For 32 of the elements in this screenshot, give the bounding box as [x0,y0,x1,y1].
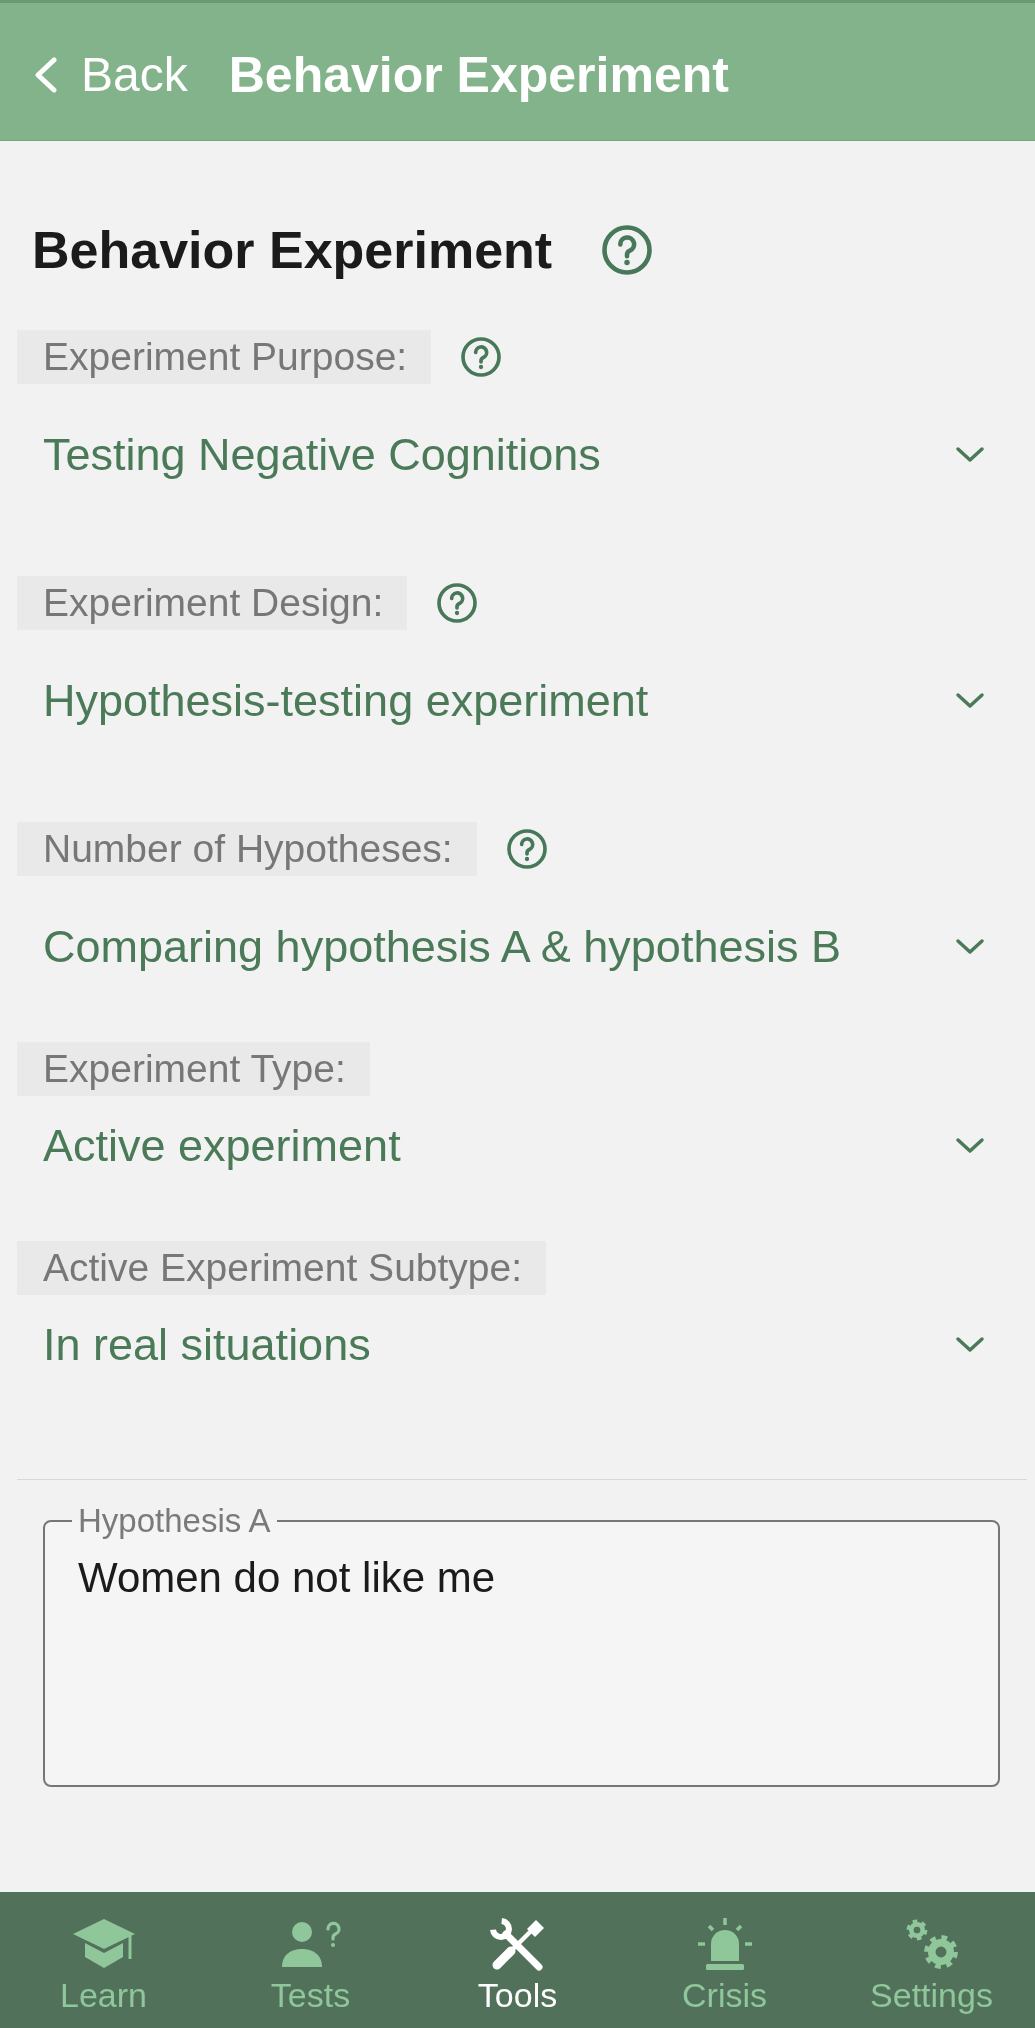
help-icon[interactable] [506,829,547,869]
person-question-icon [279,1921,342,1969]
field-label: Experiment Purpose: [17,330,432,384]
graduation-cap-icon [72,1919,135,1971]
help-icon[interactable] [461,337,502,377]
chevron-left-icon [32,56,58,93]
dropdown[interactable]: Hypothesis-testing experiment [43,661,985,741]
nav-tab[interactable]: Tests [207,1892,414,2028]
nav-tab[interactable]: Settings [828,1892,1035,2028]
dropdown[interactable]: In real situations [43,1305,985,1385]
chevron-down-icon [955,1136,985,1156]
back-button[interactable]: Back [32,46,188,103]
page-heading: Behavior Experiment [32,220,553,280]
field-label: Number of Hypotheses: [17,822,477,876]
screen-title: Behavior Experiment [228,45,729,105]
help-icon[interactable] [437,583,478,623]
chevron-down-icon [955,445,985,465]
chevron-down-icon [955,1335,985,1355]
wrench-screwdriver-icon [488,1917,547,1973]
field-label: Experiment Type: [17,1042,370,1096]
dropdown[interactable]: Active experiment [43,1106,985,1186]
nav-tab[interactable]: Tools [414,1892,621,2028]
dropdown[interactable]: Comparing hypothesis A & hypothesis B [43,907,985,987]
chevron-down-icon [955,937,985,957]
chevron-down-icon [955,691,985,711]
field-label: Active Experiment Subtype: [17,1241,547,1295]
help-icon[interactable] [602,225,653,275]
field-label: Experiment Design: [17,576,408,630]
dropdown[interactable]: Testing Negative Cognitions [43,415,985,495]
floating-label: Hypothesis A [77,1502,272,1540]
nav-tab[interactable]: Crisis [621,1892,828,2028]
nav-tab[interactable]: Learn [0,1892,207,2028]
